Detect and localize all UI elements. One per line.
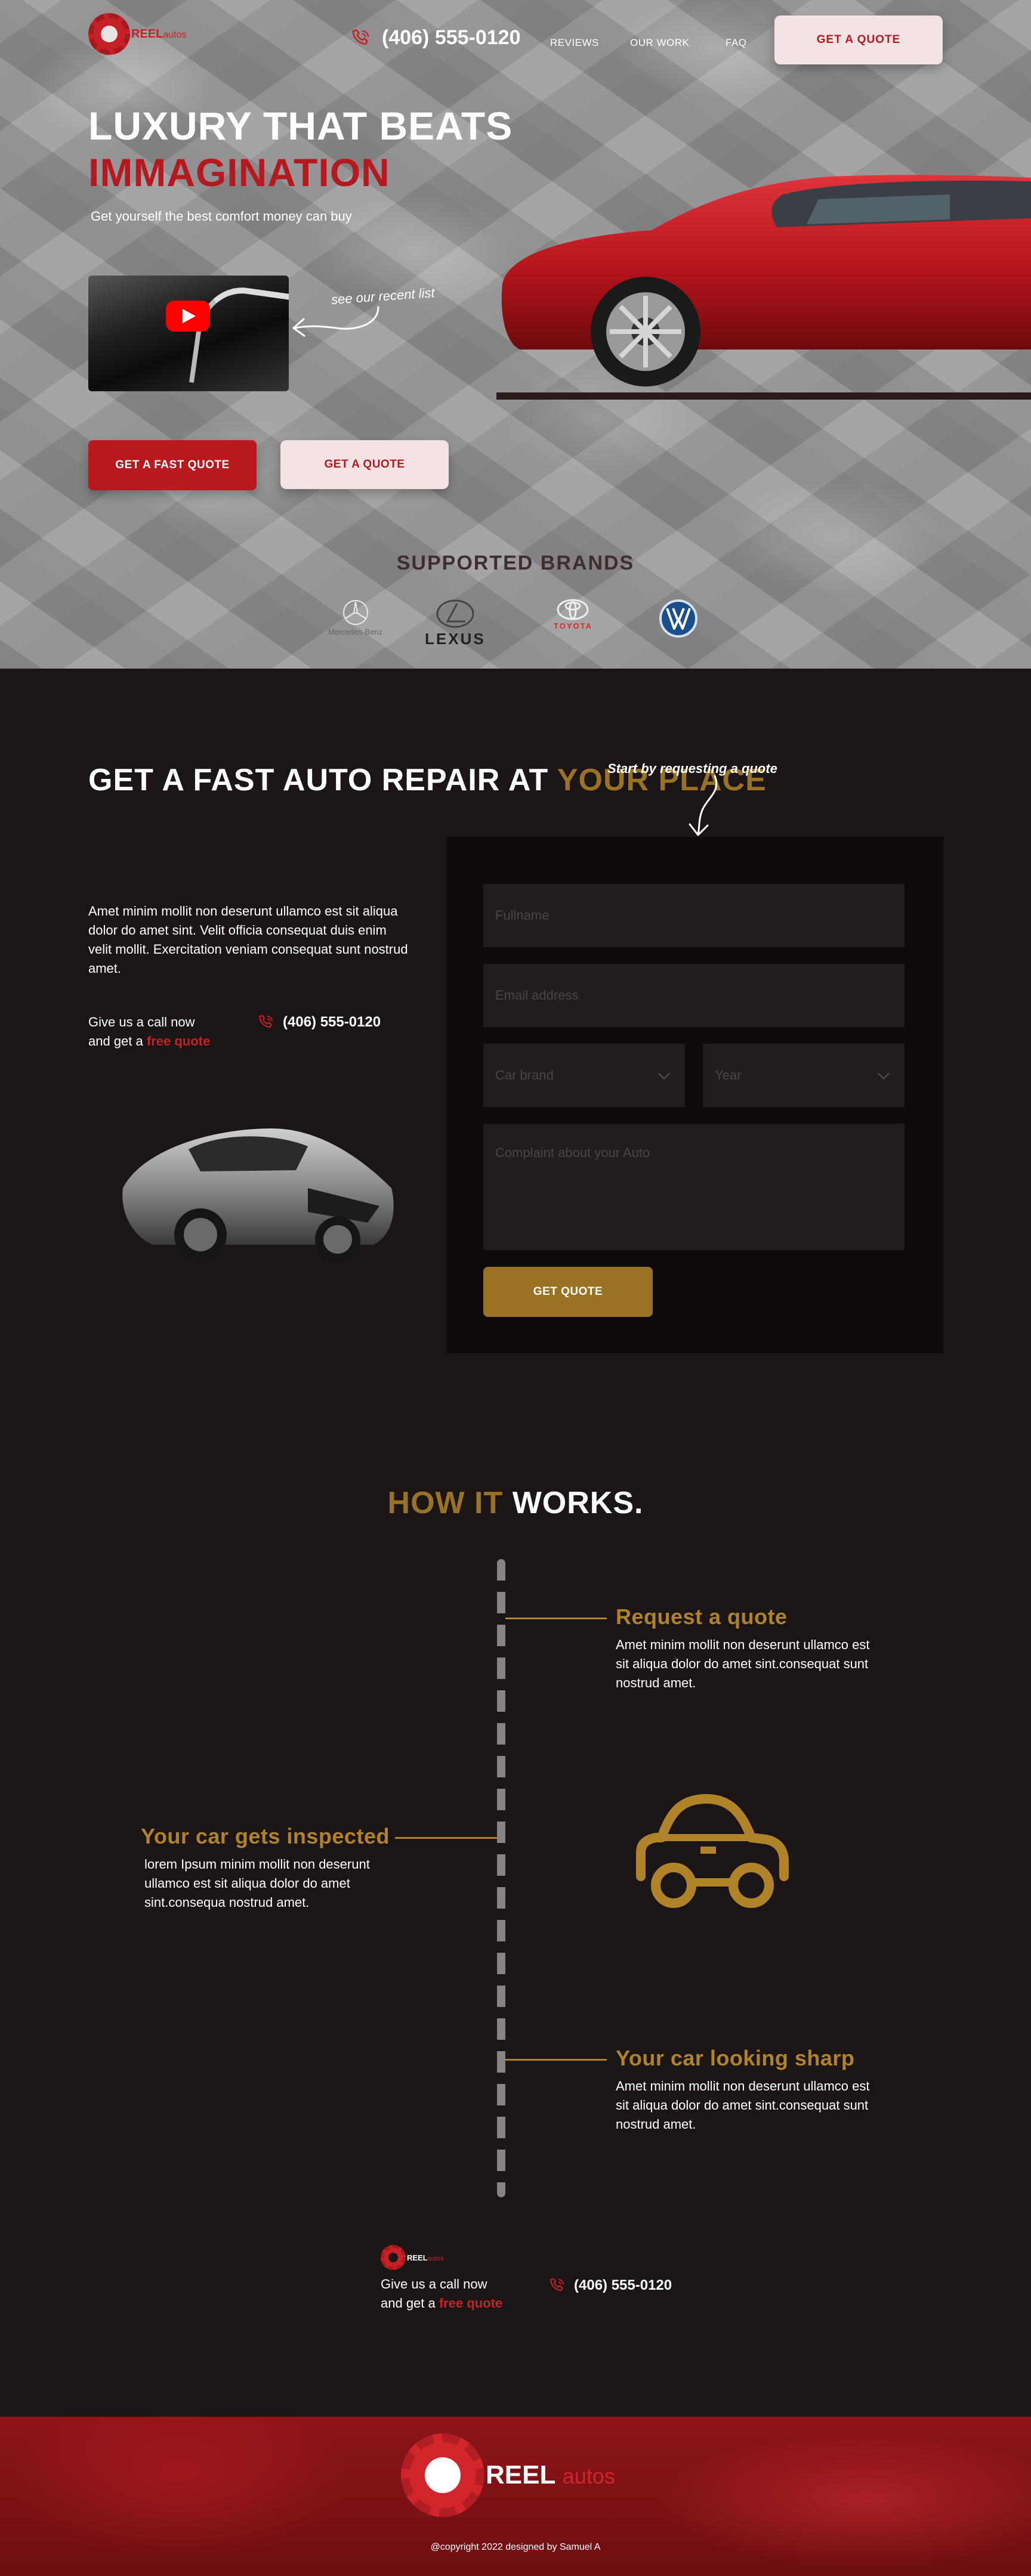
repair-phone[interactable]: (406) 555-0120 xyxy=(258,1014,381,1031)
car-brand-select[interactable]: Car brand xyxy=(483,1044,685,1107)
toyota-logo-icon xyxy=(557,599,589,620)
step-3-text: Amet minim mollit non deserunt ullamco e… xyxy=(616,2079,870,2132)
step-2-text: lorem Ipsum minim mollit non deserunt ul… xyxy=(144,1857,370,1910)
supported-brands-title: SUPPORTED BRANDS xyxy=(396,552,635,574)
brand-mercedes: Mercedes-Benz xyxy=(328,599,382,636)
brand-label-toyota: TOYOTA xyxy=(554,621,592,630)
bottom-call-to-action-text: Give us a call now and get a free quote xyxy=(381,2277,503,2311)
chevron-down-icon xyxy=(658,1068,670,1080)
mercedes-logo-icon xyxy=(342,600,368,625)
nav-link-our-work[interactable]: OUR WORK xyxy=(630,37,689,49)
hero-headline-line1: LUXURY THAT BEATS xyxy=(88,104,513,148)
timeline-line xyxy=(497,1559,505,2197)
repair-paragraph: Amet minim mollit non deserunt ullamco e… xyxy=(88,904,408,976)
wheel-logo-icon xyxy=(401,2433,484,2517)
header-get-quote-button[interactable]: GET A QUOTE xyxy=(774,16,943,64)
year-select[interactable]: Year xyxy=(703,1044,905,1107)
video-thumbnail[interactable] xyxy=(88,276,289,391)
brand-lexus: LEXUS xyxy=(425,599,486,648)
header-phone[interactable]: (406) 555-0120 xyxy=(351,26,521,50)
copyright-text: @copyright 2022 designed by Samuel A xyxy=(430,2542,601,2552)
car-icon xyxy=(636,1794,789,1908)
brand-label-mercedes: Mercedes-Benz xyxy=(328,627,383,636)
lexus-logo-icon xyxy=(436,599,474,628)
brand-volkswagen xyxy=(659,599,698,638)
hero-get-quote-button[interactable]: GET A QUOTE xyxy=(280,440,449,489)
chevron-down-icon xyxy=(878,1068,890,1080)
car-brand-placeholder: Car brand xyxy=(495,1068,554,1083)
curly-arrow-icon xyxy=(292,306,379,337)
year-placeholder: Year xyxy=(715,1068,742,1083)
silver-sports-car-image xyxy=(122,1128,394,1262)
header-logo[interactable]: REELautos xyxy=(88,13,186,55)
step-3-title: Your car looking sharp xyxy=(616,2046,855,2070)
call-to-action-text: Give us a call now and get a free quote xyxy=(88,1015,211,1049)
free-quote-link[interactable]: free quote xyxy=(439,2296,502,2311)
play-icon[interactable] xyxy=(166,301,210,332)
hero-headline-line2: IMMAGINATION xyxy=(88,150,390,194)
phone-icon xyxy=(258,1015,273,1028)
nav-link-reviews[interactable]: REVIEWS xyxy=(550,37,599,49)
phone-icon xyxy=(550,2278,564,2292)
wheel-logo-icon xyxy=(88,13,130,55)
logo-brand-name: REEL xyxy=(131,27,163,41)
hero-headline: LUXURY THAT BEATS IMMAGINATION xyxy=(88,103,513,196)
small-logo[interactable]: REELautos xyxy=(381,2245,444,2270)
timeline-connector xyxy=(395,1837,497,1839)
bottom-phone[interactable]: (406) 555-0120 xyxy=(549,2277,672,2294)
vw-logo-icon xyxy=(659,599,697,638)
hero-subtitle: Get yourself the best comfort money can … xyxy=(91,209,352,224)
wheel-logo-icon xyxy=(381,2245,406,2270)
bottom-phone-number: (406) 555-0120 xyxy=(574,2277,672,2293)
footer-logo[interactable]: REEL autos xyxy=(401,2433,615,2517)
header-phone-number: (406) 555-0120 xyxy=(382,26,521,49)
step-2-title: Your car gets inspected xyxy=(141,1824,390,1848)
free-quote-link[interactable]: free quote xyxy=(147,1034,210,1049)
hero-red-car-image xyxy=(496,175,1031,400)
repair-phone-number: (406) 555-0120 xyxy=(283,1014,381,1030)
logo-brand-suffix: autos xyxy=(163,29,187,40)
nav-link-faq[interactable]: FAQ xyxy=(726,37,747,49)
get-fast-quote-button[interactable]: GET A FAST QUOTE xyxy=(88,440,257,490)
fullname-input[interactable] xyxy=(483,884,905,947)
brand-label-lexus: LEXUS xyxy=(425,630,486,648)
timeline-connector xyxy=(505,1618,607,1619)
how-it-works-title: HOW IT WORKS. xyxy=(387,1486,644,1520)
step-1-text: Amet minim mollit non deserunt ullamco e… xyxy=(616,1637,870,1690)
complaint-textarea[interactable] xyxy=(483,1124,905,1250)
timeline-connector xyxy=(505,2059,607,2061)
curly-down-arrow-icon xyxy=(689,775,718,836)
phone-icon xyxy=(352,29,369,45)
how-it-works-section xyxy=(0,1429,1031,2417)
get-quote-submit-button[interactable]: GET QUOTE xyxy=(483,1267,653,1317)
step-1-title: Request a quote xyxy=(616,1604,788,1629)
email-input[interactable] xyxy=(483,964,905,1027)
brand-toyota: TOYOTA xyxy=(554,599,592,630)
repair-heading-part1: GET A FAST AUTO REPAIR AT xyxy=(88,763,557,797)
